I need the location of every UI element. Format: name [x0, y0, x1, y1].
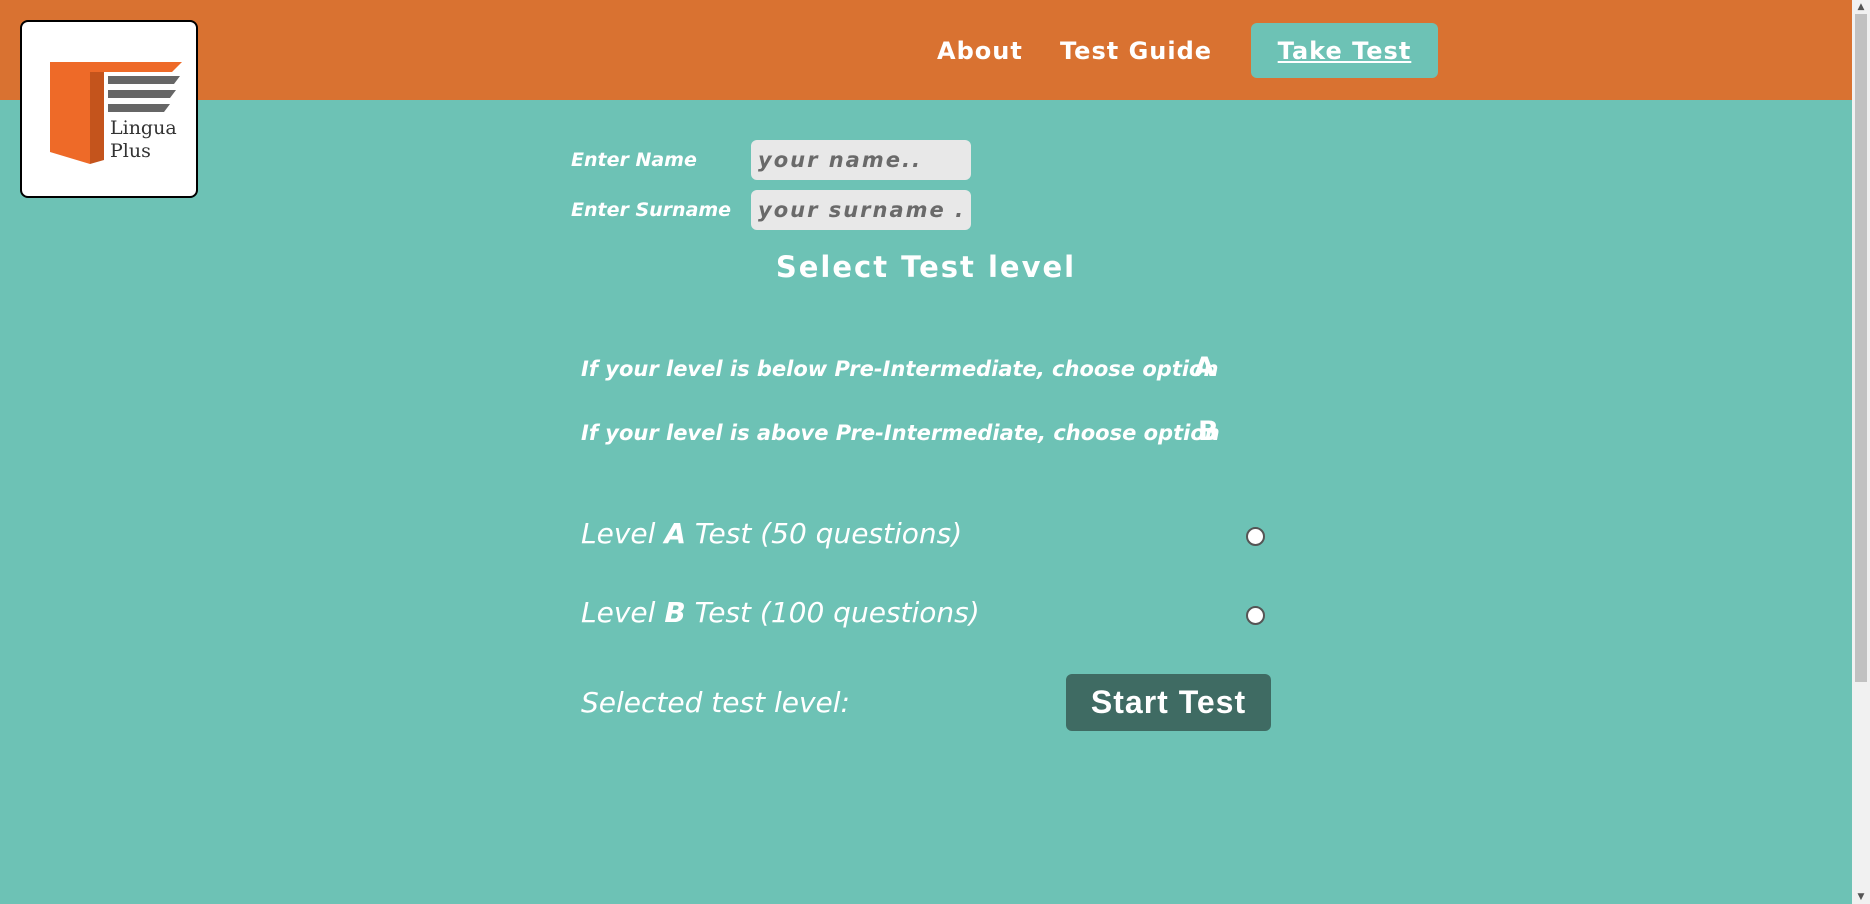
level-b-suffix: Test (100 questions): [694, 596, 980, 629]
nav-about-link[interactable]: About: [937, 23, 1023, 78]
logo[interactable]: Lingua Plus: [20, 20, 198, 198]
option-b-letter: B: [1198, 416, 1219, 447]
page-title: Select Test level: [775, 250, 1077, 284]
level-a-prefix: Level: [581, 517, 656, 550]
level-a-radio[interactable]: [1246, 527, 1265, 546]
surname-input[interactable]: [751, 190, 971, 230]
option-b-instruction: If your level is above Pre-Intermediate,…: [581, 421, 1220, 445]
header-bar: About Test Guide Take Test: [0, 0, 1852, 100]
logo-line1: Lingua: [110, 117, 177, 139]
name-input[interactable]: [751, 140, 971, 180]
scroll-down-arrow-icon[interactable]: ▼: [1852, 890, 1870, 904]
book-icon: [50, 62, 182, 164]
logo-text: Lingua Plus: [110, 117, 177, 163]
selected-level-label: Selected test level:: [581, 686, 850, 719]
nav-test-guide-link[interactable]: Test Guide: [1060, 23, 1212, 78]
level-a-label: Level A Test (50 questions): [581, 517, 962, 550]
level-a-letter: A: [664, 517, 686, 550]
level-b-letter: B: [664, 596, 686, 629]
name-label: Enter Name: [571, 149, 697, 171]
option-a-instruction: If your level is below Pre-Intermediate,…: [581, 357, 1219, 381]
nav-take-test-button[interactable]: Take Test: [1251, 23, 1438, 78]
level-a-suffix: Test (50 questions): [694, 517, 963, 550]
surname-label: Enter Surname: [571, 199, 732, 221]
scroll-up-arrow-icon[interactable]: ▲: [1852, 0, 1870, 14]
logo-line2: Plus: [110, 140, 151, 162]
level-b-radio[interactable]: [1246, 606, 1265, 625]
level-b-label: Level B Test (100 questions): [581, 596, 980, 629]
option-a-letter: A: [1194, 352, 1215, 383]
start-test-button[interactable]: Start Test: [1066, 674, 1271, 731]
scrollbar-thumb[interactable]: [1855, 14, 1867, 682]
scrollbar[interactable]: ▲ ▼: [1852, 0, 1870, 904]
level-b-prefix: Level: [581, 596, 656, 629]
